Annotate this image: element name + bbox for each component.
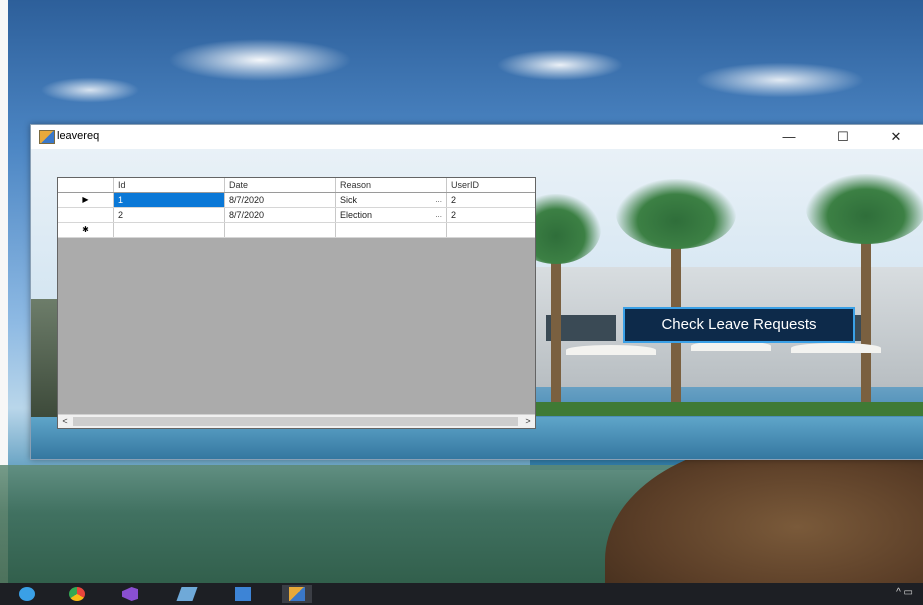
ellipsis-icon[interactable]: ... (435, 208, 442, 222)
title-bar[interactable]: leavereq — ☐ ✕ (31, 125, 923, 149)
cell-id[interactable] (114, 223, 225, 237)
folder-icon[interactable] (172, 585, 202, 603)
cell-userid[interactable]: 2 (447, 208, 535, 222)
cell-userid[interactable] (447, 223, 535, 237)
grid-header: Id Date Reason UserID (58, 178, 535, 193)
cell-userid[interactable]: 2 (447, 193, 535, 207)
visual-studio-icon[interactable] (115, 585, 145, 603)
chrome-icon[interactable] (62, 585, 92, 603)
cell-date[interactable] (225, 223, 336, 237)
cell-reason[interactable]: Sick ... (336, 193, 447, 207)
background-hedge (536, 402, 923, 416)
cell-reason[interactable] (336, 223, 447, 237)
ellipsis-icon[interactable]: ... (435, 193, 442, 207)
column-header-date[interactable]: Date (225, 178, 336, 192)
cell-reason-text: Sick (340, 195, 358, 205)
form-background: Id Date Reason UserID ▶ 1 8/7/2020 Sick … (31, 149, 923, 459)
horizontal-scrollbar[interactable]: < > (58, 414, 535, 428)
leave-requests-grid[interactable]: Id Date Reason UserID ▶ 1 8/7/2020 Sick … (57, 177, 536, 429)
cell-date[interactable]: 8/7/2020 (225, 193, 336, 207)
background-shore (31, 299, 57, 417)
column-header-userid[interactable]: UserID (447, 178, 535, 192)
scroll-right-arrow-icon[interactable]: > (521, 415, 535, 428)
app-icon[interactable] (282, 585, 312, 603)
cell-id[interactable]: 1 (114, 193, 225, 207)
start-icon[interactable] (12, 585, 42, 603)
check-leave-requests-button[interactable]: Check Leave Requests (623, 307, 855, 343)
system-tray[interactable]: ^ ▭ (896, 587, 913, 598)
photos-icon[interactable] (228, 585, 258, 603)
app-icon (39, 130, 55, 144)
table-row[interactable]: ▶ 1 8/7/2020 Sick ... 2 (58, 193, 535, 208)
column-header-id[interactable]: Id (114, 178, 225, 192)
scroll-left-arrow-icon[interactable]: < (58, 415, 72, 428)
umbrella (791, 343, 881, 353)
leavereq-window: leavereq — ☐ ✕ Id Date Reason UserID ▶ 1… (30, 124, 923, 460)
minimize-button[interactable]: — (766, 125, 812, 149)
cell-id[interactable]: 2 (114, 208, 225, 222)
cell-date[interactable]: 8/7/2020 (225, 208, 336, 222)
row-header-corner (58, 178, 114, 192)
table-row[interactable]: 2 8/7/2020 Election ... 2 (58, 208, 535, 223)
new-row-indicator[interactable]: ✱ (58, 223, 114, 237)
close-button[interactable]: ✕ (873, 125, 919, 149)
maximize-button[interactable]: ☐ (820, 125, 866, 149)
column-header-reason[interactable]: Reason (336, 178, 447, 192)
cell-reason-text: Election (340, 210, 373, 220)
window-title: leavereq (57, 130, 100, 142)
scroll-thumb[interactable] (73, 417, 518, 426)
cell-reason[interactable]: Election ... (336, 208, 447, 222)
new-row[interactable]: ✱ (58, 223, 535, 238)
umbrella (566, 345, 656, 355)
row-indicator[interactable] (58, 208, 114, 222)
taskbar: ^ ▭ (0, 583, 923, 605)
row-indicator-current[interactable]: ▶ (58, 193, 114, 207)
